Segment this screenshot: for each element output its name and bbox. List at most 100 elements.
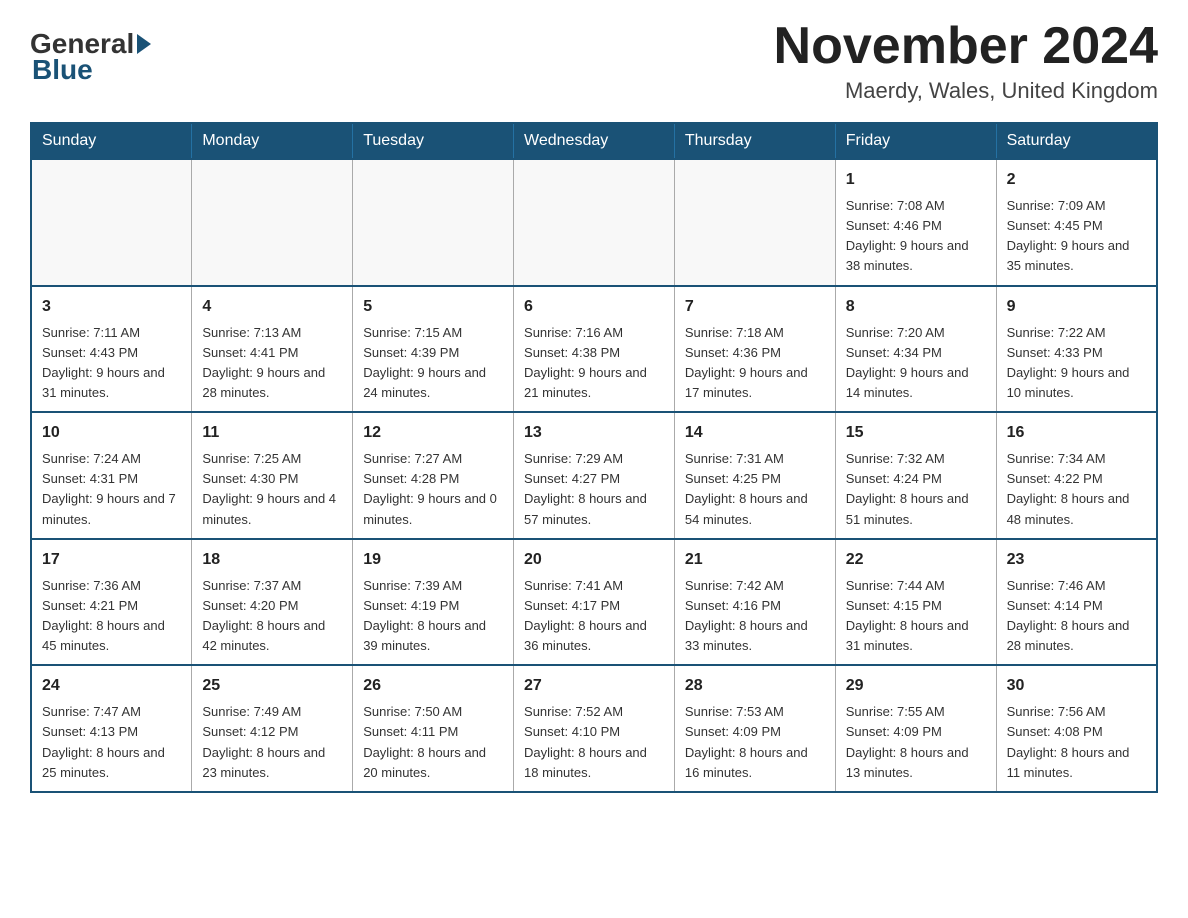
location: Maerdy, Wales, United Kingdom — [774, 78, 1158, 104]
day-number: 7 — [685, 295, 825, 319]
calendar-cell — [514, 159, 675, 286]
day-number: 1 — [846, 168, 986, 192]
weekday-header-thursday: Thursday — [674, 123, 835, 159]
day-info: Sunrise: 7:37 AMSunset: 4:20 PMDaylight:… — [202, 576, 342, 657]
day-number: 17 — [42, 548, 181, 572]
day-info: Sunrise: 7:56 AMSunset: 4:08 PMDaylight:… — [1007, 702, 1146, 783]
day-info: Sunrise: 7:16 AMSunset: 4:38 PMDaylight:… — [524, 323, 664, 404]
calendar-cell: 19Sunrise: 7:39 AMSunset: 4:19 PMDayligh… — [353, 539, 514, 666]
day-number: 13 — [524, 421, 664, 445]
day-info: Sunrise: 7:50 AMSunset: 4:11 PMDaylight:… — [363, 702, 503, 783]
day-number: 8 — [846, 295, 986, 319]
month-title: November 2024 — [774, 20, 1158, 72]
calendar: SundayMondayTuesdayWednesdayThursdayFrid… — [30, 122, 1158, 793]
day-info: Sunrise: 7:08 AMSunset: 4:46 PMDaylight:… — [846, 196, 986, 277]
calendar-body: 1 Sunrise: 7:08 AMSunset: 4:46 PMDaylight… — [31, 159, 1157, 792]
day-info: Sunrise: 7:24 AMSunset: 4:31 PMDaylight:… — [42, 449, 181, 530]
day-number: 10 — [42, 421, 181, 445]
calendar-cell: 24Sunrise: 7:47 AMSunset: 4:13 PMDayligh… — [31, 665, 192, 792]
calendar-cell — [192, 159, 353, 286]
calendar-cell: 25 Sunrise: 7:49 AMSunset: 4:12 PMDayligh… — [192, 665, 353, 792]
day-info: Sunrise: 7:20 AMSunset: 4:34 PMDaylight:… — [846, 323, 986, 404]
day-info: Sunrise: 7:46 AMSunset: 4:14 PMDaylight:… — [1007, 576, 1146, 657]
calendar-cell: 29 Sunrise: 7:55 AMSunset: 4:09 PMDayligh… — [835, 665, 996, 792]
day-number: 26 — [363, 674, 503, 698]
day-number: 6 — [524, 295, 664, 319]
calendar-cell: 7 Sunrise: 7:18 AMSunset: 4:36 PMDaylight… — [674, 286, 835, 413]
calendar-cell: 11 Sunrise: 7:25 AMSunset: 4:30 PMDayligh… — [192, 412, 353, 539]
day-number: 25 — [202, 674, 342, 698]
calendar-cell: 26 Sunrise: 7:50 AMSunset: 4:11 PMDayligh… — [353, 665, 514, 792]
day-number: 12 — [363, 421, 503, 445]
day-info: Sunrise: 7:36 AMSunset: 4:21 PMDaylight:… — [42, 576, 181, 657]
calendar-cell: 2Sunrise: 7:09 AMSunset: 4:45 PMDaylight… — [996, 159, 1157, 286]
calendar-week-2: 3 Sunrise: 7:11 AMSunset: 4:43 PMDaylight… — [31, 286, 1157, 413]
day-info: Sunrise: 7:32 AMSunset: 4:24 PMDaylight:… — [846, 449, 986, 530]
day-number: 24 — [42, 674, 181, 698]
day-info: Sunrise: 7:11 AMSunset: 4:43 PMDaylight:… — [42, 323, 181, 404]
day-info: Sunrise: 7:49 AMSunset: 4:12 PMDaylight:… — [202, 702, 342, 783]
weekday-header-monday: Monday — [192, 123, 353, 159]
day-number: 28 — [685, 674, 825, 698]
logo-arrow-icon — [137, 34, 151, 54]
calendar-cell: 4 Sunrise: 7:13 AMSunset: 4:41 PMDaylight… — [192, 286, 353, 413]
day-number: 19 — [363, 548, 503, 572]
day-info: Sunrise: 7:13 AMSunset: 4:41 PMDaylight:… — [202, 323, 342, 404]
calendar-cell: 1 Sunrise: 7:08 AMSunset: 4:46 PMDaylight… — [835, 159, 996, 286]
day-info: Sunrise: 7:22 AMSunset: 4:33 PMDaylight:… — [1007, 323, 1146, 404]
calendar-header: SundayMondayTuesdayWednesdayThursdayFrid… — [31, 123, 1157, 159]
day-info: Sunrise: 7:31 AMSunset: 4:25 PMDaylight:… — [685, 449, 825, 530]
day-number: 15 — [846, 421, 986, 445]
day-info: Sunrise: 7:18 AMSunset: 4:36 PMDaylight:… — [685, 323, 825, 404]
calendar-cell: 17 Sunrise: 7:36 AMSunset: 4:21 PMDayligh… — [31, 539, 192, 666]
weekday-row: SundayMondayTuesdayWednesdayThursdayFrid… — [31, 123, 1157, 159]
day-number: 29 — [846, 674, 986, 698]
logo-blue-text: Blue — [32, 54, 93, 86]
weekday-header-tuesday: Tuesday — [353, 123, 514, 159]
calendar-cell: 10 Sunrise: 7:24 AMSunset: 4:31 PMDayligh… — [31, 412, 192, 539]
calendar-cell: 23 Sunrise: 7:46 AMSunset: 4:14 PMDayligh… — [996, 539, 1157, 666]
day-info: Sunrise: 7:34 AMSunset: 4:22 PMDaylight:… — [1007, 449, 1146, 530]
day-number: 23 — [1007, 548, 1146, 572]
calendar-cell: 21Sunrise: 7:42 AMSunset: 4:16 PMDayligh… — [674, 539, 835, 666]
day-number: 2 — [1007, 168, 1146, 192]
logo: General Blue — [30, 30, 151, 86]
day-number: 21 — [685, 548, 825, 572]
day-number: 22 — [846, 548, 986, 572]
day-number: 30 — [1007, 674, 1146, 698]
calendar-cell: 27Sunrise: 7:52 AMSunset: 4:10 PMDayligh… — [514, 665, 675, 792]
calendar-week-3: 10 Sunrise: 7:24 AMSunset: 4:31 PMDayligh… — [31, 412, 1157, 539]
day-info: Sunrise: 7:55 AMSunset: 4:09 PMDaylight:… — [846, 702, 986, 783]
day-number: 16 — [1007, 421, 1146, 445]
day-number: 11 — [202, 421, 342, 445]
day-number: 20 — [524, 548, 664, 572]
calendar-cell: 18 Sunrise: 7:37 AMSunset: 4:20 PMDayligh… — [192, 539, 353, 666]
calendar-week-5: 24Sunrise: 7:47 AMSunset: 4:13 PMDayligh… — [31, 665, 1157, 792]
calendar-cell — [674, 159, 835, 286]
calendar-cell: 13 Sunrise: 7:29 AMSunset: 4:27 PMDayligh… — [514, 412, 675, 539]
day-number: 3 — [42, 295, 181, 319]
weekday-header-saturday: Saturday — [996, 123, 1157, 159]
calendar-cell: 3 Sunrise: 7:11 AMSunset: 4:43 PMDaylight… — [31, 286, 192, 413]
day-info: Sunrise: 7:25 AMSunset: 4:30 PMDaylight:… — [202, 449, 342, 530]
calendar-cell: 15 Sunrise: 7:32 AMSunset: 4:24 PMDayligh… — [835, 412, 996, 539]
calendar-cell: 12 Sunrise: 7:27 AMSunset: 4:28 PMDayligh… — [353, 412, 514, 539]
calendar-cell: 14Sunrise: 7:31 AMSunset: 4:25 PMDayligh… — [674, 412, 835, 539]
calendar-cell: 30 Sunrise: 7:56 AMSunset: 4:08 PMDayligh… — [996, 665, 1157, 792]
weekday-header-wednesday: Wednesday — [514, 123, 675, 159]
day-number: 18 — [202, 548, 342, 572]
calendar-week-4: 17 Sunrise: 7:36 AMSunset: 4:21 PMDayligh… — [31, 539, 1157, 666]
weekday-header-friday: Friday — [835, 123, 996, 159]
day-info: Sunrise: 7:27 AMSunset: 4:28 PMDaylight:… — [363, 449, 503, 530]
day-info: Sunrise: 7:15 AMSunset: 4:39 PMDaylight:… — [363, 323, 503, 404]
calendar-cell: 6 Sunrise: 7:16 AMSunset: 4:38 PMDaylight… — [514, 286, 675, 413]
day-info: Sunrise: 7:53 AMSunset: 4:09 PMDaylight:… — [685, 702, 825, 783]
calendar-cell — [353, 159, 514, 286]
calendar-cell: 20Sunrise: 7:41 AMSunset: 4:17 PMDayligh… — [514, 539, 675, 666]
day-number: 4 — [202, 295, 342, 319]
calendar-cell: 16 Sunrise: 7:34 AMSunset: 4:22 PMDayligh… — [996, 412, 1157, 539]
page-header: General Blue November 2024 Maerdy, Wales… — [30, 20, 1158, 104]
calendar-cell: 28 Sunrise: 7:53 AMSunset: 4:09 PMDayligh… — [674, 665, 835, 792]
day-number: 27 — [524, 674, 664, 698]
day-info: Sunrise: 7:29 AMSunset: 4:27 PMDaylight:… — [524, 449, 664, 530]
